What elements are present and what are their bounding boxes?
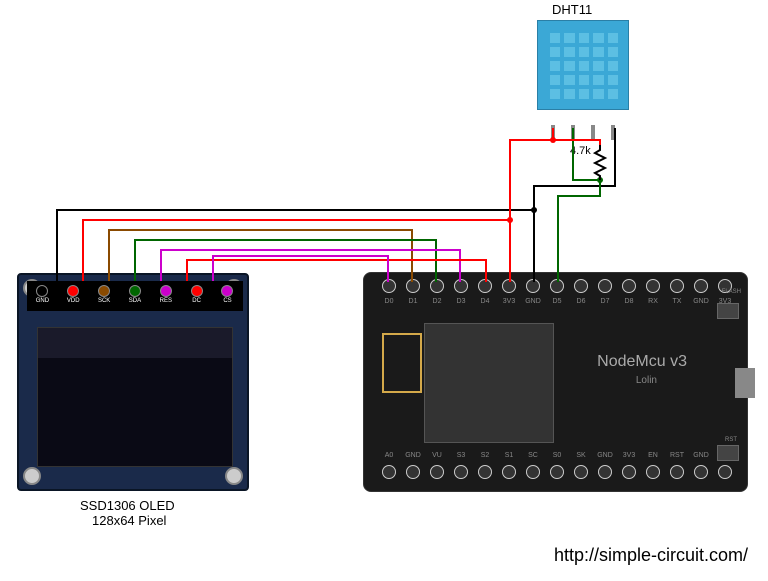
node-pin-gnd: GND bbox=[694, 279, 708, 293]
node-pins-top: D0D1D2D3D43V3GNDD5D6D7D8RXTXGND3V3 bbox=[382, 279, 732, 299]
oled-pin-sck: SCK bbox=[93, 285, 115, 307]
node-pin-sc: SC bbox=[526, 465, 540, 479]
node-logo: NodeMcu v3 bbox=[597, 353, 687, 371]
node-pin-gnd: GND bbox=[526, 279, 540, 293]
node-pin-rst: RST bbox=[670, 465, 684, 479]
node-pin-s0: S0 bbox=[550, 465, 564, 479]
node-pin-d4: D4 bbox=[478, 279, 492, 293]
node-sublogo: Lolin bbox=[636, 375, 657, 386]
oled-title: SSD1306 OLED bbox=[80, 498, 175, 513]
node-pin-d3: D3 bbox=[454, 279, 468, 293]
dht-label: DHT11 bbox=[552, 2, 592, 17]
node-pin-d5: D5 bbox=[550, 279, 564, 293]
wire-vcc-dht bbox=[510, 128, 553, 220]
oled-pin-res: RES bbox=[155, 285, 177, 307]
usb-port bbox=[735, 368, 755, 398]
esp-chip bbox=[424, 323, 554, 443]
node-pin-3v3: 3V3 bbox=[622, 465, 636, 479]
wire-gnd-dht bbox=[534, 128, 615, 210]
node-pin-a0: A0 bbox=[382, 465, 396, 479]
oled-pin-vdd: VDD bbox=[62, 285, 84, 307]
oled-pin-sda: SDA bbox=[124, 285, 146, 307]
flash-label: FLASH bbox=[722, 289, 741, 295]
junction-vcc bbox=[507, 217, 513, 223]
url: http://simple-circuit.com/ bbox=[554, 545, 748, 566]
node-pin-d6: D6 bbox=[574, 279, 588, 293]
reset-button[interactable] bbox=[717, 445, 739, 461]
node-pin-d1: D1 bbox=[406, 279, 420, 293]
resistor-symbol bbox=[595, 145, 605, 180]
nodemcu-board: D0 D1 D2 D3 D4 3V3 GND D5 D6 D7 D8 RX TX GND 3V3 A0 GND… bbox=[363, 272, 748, 492]
oled-subtitle: 128x64 Pixel bbox=[92, 513, 166, 528]
node-pin-gnd: GND bbox=[406, 465, 420, 479]
node-pin-d0: D0 bbox=[382, 279, 396, 293]
dht11-sensor bbox=[537, 20, 629, 125]
node-pin-vu: VU bbox=[430, 465, 444, 479]
node-pin-rx: RX bbox=[646, 279, 660, 293]
junction-gnd bbox=[531, 207, 537, 213]
node-pin-d8: D8 bbox=[622, 279, 636, 293]
node-pin-s1: S1 bbox=[502, 465, 516, 479]
resistor-label: 4.7k bbox=[570, 145, 591, 157]
oled-module: GND VDD SCK SDA RES DC CS bbox=[17, 273, 249, 491]
oled-pin-dc: DC bbox=[186, 285, 208, 307]
node-pin-gnd: GND bbox=[694, 465, 708, 479]
oled-header: GND VDD SCK SDA RES DC CS bbox=[27, 281, 243, 311]
node-pin-d7: D7 bbox=[598, 279, 612, 293]
node-pin-vin: Vin bbox=[718, 465, 732, 479]
oled-pin-cs: CS bbox=[216, 285, 238, 307]
flash-button[interactable] bbox=[717, 303, 739, 319]
node-pin-d2: D2 bbox=[430, 279, 444, 293]
node-pin-s2: S2 bbox=[478, 465, 492, 479]
oled-pin-gnd: GND bbox=[31, 285, 53, 307]
node-pin-sk: SK bbox=[574, 465, 588, 479]
node-pin-3v3: 3V3 bbox=[502, 279, 516, 293]
node-pins-bottom: A0 GND VU S3 S2 S1 SC S0 SK GND 3V3 EN RST GND Vin bbox=[382, 465, 732, 485]
node-pin-tx: TX bbox=[670, 279, 684, 293]
node-pin-s3: S3 bbox=[454, 465, 468, 479]
node-pin-en: EN bbox=[646, 465, 660, 479]
oled-screen bbox=[37, 327, 233, 467]
rst-label: RST bbox=[725, 437, 737, 443]
node-pin-gnd: GND bbox=[598, 465, 612, 479]
junction-data bbox=[597, 177, 603, 183]
antenna bbox=[382, 333, 422, 393]
